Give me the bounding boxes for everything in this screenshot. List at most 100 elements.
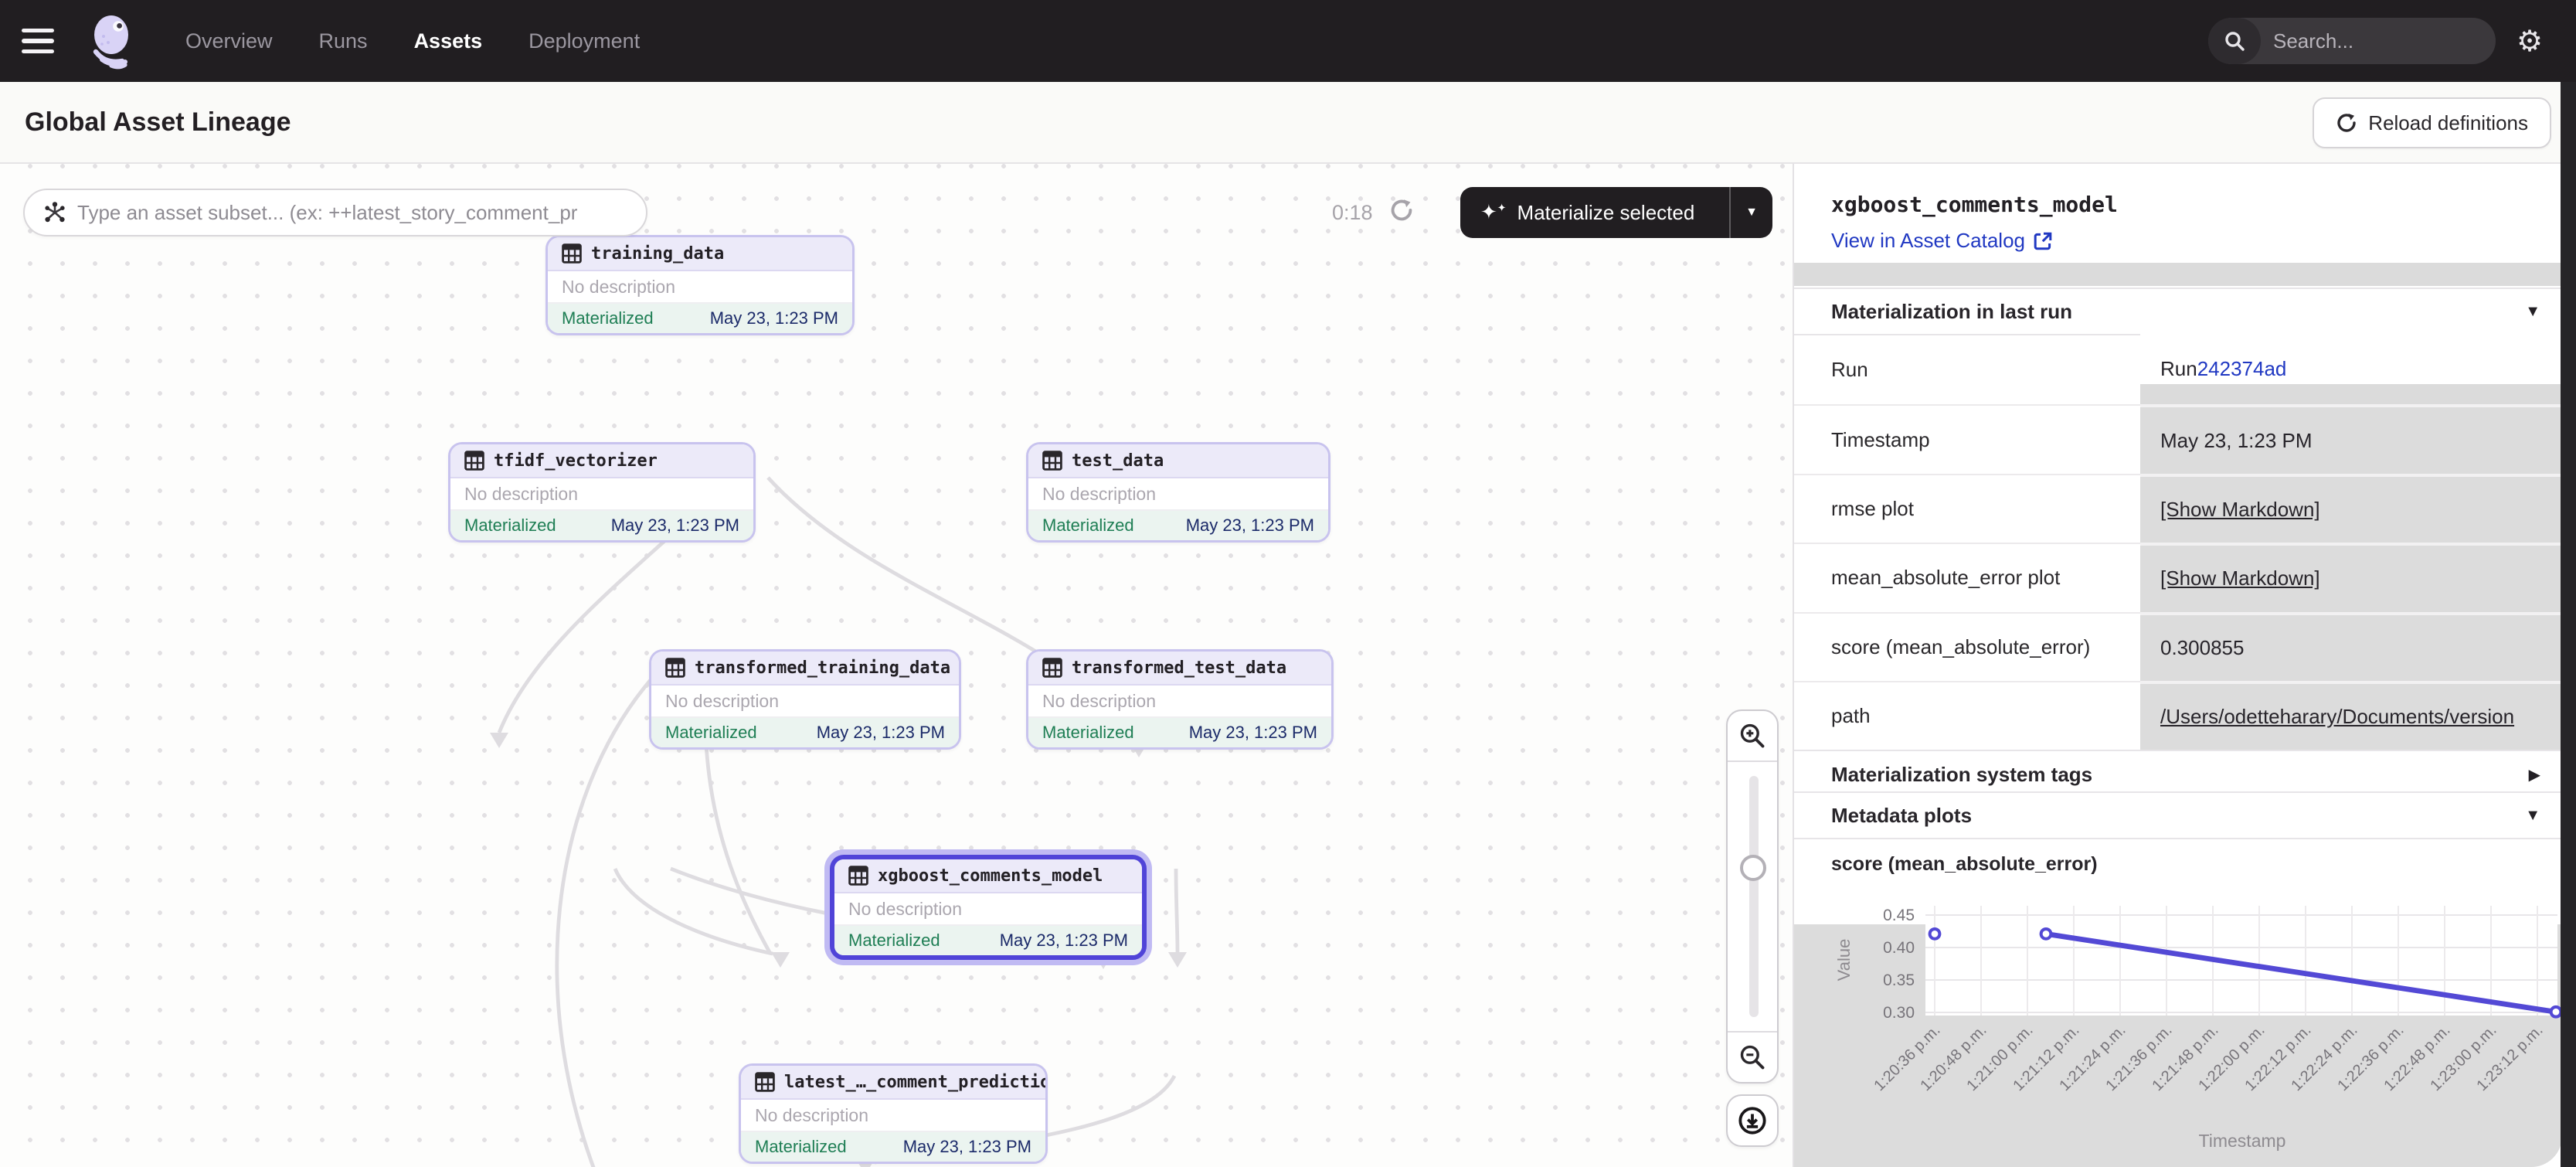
asset-filter-input[interactable] — [23, 189, 647, 236]
asset-description: No description — [1028, 478, 1328, 511]
section-materialization-system-tags[interactable]: Materialization system tags ▶ — [1794, 750, 2562, 798]
search-icon — [2208, 18, 2261, 64]
table-icon — [665, 658, 685, 678]
table-row: rmse plot [Show Markdown] — [1794, 474, 2562, 543]
page-header: Global Asset Lineage Reload definitions — [0, 82, 2576, 164]
asset-name: transformed_test_data — [1072, 658, 1286, 678]
zoom-controls — [1726, 709, 1779, 1084]
table-icon — [755, 1072, 775, 1092]
svg-text:0.30: 0.30 — [1883, 1004, 1915, 1022]
dagster-app: Overview Runs Assets Deployment / ⚙ Glob… — [0, 0, 2576, 1167]
reload-icon — [2336, 112, 2357, 134]
materialization-time: May 23, 1:23 PM — [903, 1137, 1031, 1157]
materialize-dropdown-caret[interactable]: ▼ — [1731, 206, 1772, 219]
section-materialization-last-run[interactable]: Materialization in last run ▼ — [1794, 287, 2562, 335]
asset-name: latest_…_comment_predictions — [784, 1073, 1048, 1092]
top-nav: Overview Runs Assets Deployment / ⚙ — [0, 0, 2576, 82]
page-title: Global Asset Lineage — [25, 107, 291, 138]
status-badge: Materialized — [848, 931, 940, 951]
table-row: mean_absolute_error plot [Show Markdown] — [1794, 543, 2562, 611]
materialization-time: May 23, 1:23 PM — [817, 723, 945, 743]
materialize-selected-button[interactable]: ✦✦Materialize selected ▼ — [1460, 187, 1772, 238]
table-icon — [562, 243, 582, 264]
table-icon — [464, 451, 484, 471]
status-badge: Materialized — [1042, 723, 1134, 743]
dagster-logo-icon[interactable] — [83, 10, 142, 72]
zoom-slider[interactable] — [1728, 762, 1777, 1031]
materialization-time: May 23, 1:23 PM — [611, 515, 739, 536]
asset-node-training-data[interactable]: training_data No description Materialize… — [545, 235, 855, 335]
chart-canvas[interactable]: 0.450.400.350.301:20:36 p.m.1:20:48 p.m.… — [1794, 881, 2576, 1167]
table-row: Timestamp May 23, 1:23 PM — [1794, 404, 2562, 473]
asset-description: No description — [651, 686, 959, 718]
view-in-asset-catalog-link[interactable]: View in Asset Catalog — [1831, 229, 2053, 253]
table-icon — [1042, 451, 1062, 471]
asset-lineage-graph[interactable]: training_data No description Materialize… — [0, 164, 1794, 1167]
asset-node-xgboost-comments-model[interactable]: xgboost_comments_model No description Ma… — [830, 855, 1147, 960]
asset-subset-input[interactable] — [77, 201, 627, 225]
table-row: path /Users/odetteharary/Documents/versi… — [1794, 681, 2562, 750]
reload-definitions-button[interactable]: Reload definitions — [2313, 97, 2551, 148]
svg-text:Value: Value — [1834, 939, 1854, 982]
zoom-out-button[interactable] — [1728, 1031, 1777, 1082]
status-badge: Materialized — [562, 308, 654, 328]
table-row: score (mean_absolute_error) 0.300855 — [1794, 612, 2562, 681]
asset-description: No description — [834, 893, 1142, 926]
chevron-down-icon: ▼ — [2525, 303, 2540, 321]
materialization-time: May 23, 1:23 PM — [1189, 723, 1317, 743]
zoom-slider-track[interactable] — [1749, 776, 1759, 1017]
status-badge: Materialized — [665, 723, 757, 743]
asset-node-latest-comment-predictions[interactable]: latest_…_comment_predictions No descript… — [739, 1063, 1048, 1164]
cell-scrollbar-track[interactable] — [2140, 384, 2562, 404]
svg-text:0.45: 0.45 — [1883, 907, 1915, 924]
table-icon — [1042, 658, 1062, 678]
asset-name: transformed_training_data — [695, 658, 950, 678]
asset-description: No description — [741, 1100, 1045, 1132]
show-markdown-link[interactable]: [Show Markdown] — [2160, 498, 2320, 522]
section-metadata-plots[interactable]: Metadata plots ▼ — [1794, 791, 2562, 839]
score-value: 0.300855 — [2160, 636, 2244, 660]
svg-text:0.35: 0.35 — [1883, 971, 1915, 989]
show-markdown-link[interactable]: [Show Markdown] — [2160, 566, 2320, 590]
page-scrollbar[interactable] — [2561, 82, 2576, 1167]
settings-gear-icon[interactable]: ⚙ — [2496, 24, 2564, 59]
run-id-link[interactable]: 242374ad — [2197, 357, 2287, 381]
asset-detail-title: xgboost_comments_model — [1831, 192, 2118, 217]
path-link[interactable]: /Users/odetteharary/Documents/version — [2160, 705, 2514, 729]
score-line-chart: 0.450.400.350.301:20:36 p.m.1:20:48 p.m.… — [1794, 881, 2576, 1167]
asset-node-transformed-test-data[interactable]: transformed_test_data No description Mat… — [1026, 649, 1334, 750]
table-row: Run Run 242374ad — [1794, 335, 2562, 404]
sparkle-icon: ✦✦ — [1480, 202, 1507, 222]
materialization-time: May 23, 1:23 PM — [1000, 931, 1128, 951]
metadata-plot-title: score (mean_absolute_error) — [1831, 853, 2098, 876]
nav-item-deployment[interactable]: Deployment — [528, 29, 640, 53]
menu-icon[interactable] — [22, 29, 59, 53]
asset-node-tfidf-vectorizer[interactable]: tfidf_vectorizer No description Material… — [448, 442, 756, 543]
asset-node-transformed-training-data[interactable]: transformed_training_data No description… — [649, 649, 961, 750]
table-icon — [848, 866, 868, 886]
search-input[interactable] — [2261, 29, 2496, 53]
asset-name: training_data — [591, 244, 724, 264]
materialization-time: May 23, 1:23 PM — [710, 308, 838, 328]
download-graph-button[interactable] — [1726, 1094, 1779, 1147]
global-search[interactable]: / — [2208, 18, 2496, 64]
nav-item-assets[interactable]: Assets — [414, 29, 483, 53]
asset-node-test-data[interactable]: test_data No description MaterializedMay… — [1026, 442, 1330, 543]
nav-item-overview[interactable]: Overview — [185, 29, 273, 53]
refresh-icon[interactable] — [1389, 198, 1414, 223]
materialization-time: May 23, 1:23 PM — [1186, 515, 1314, 536]
run-prefix: Run — [2160, 357, 2197, 381]
nav-right: / ⚙ — [2208, 18, 2576, 64]
status-badge: Materialized — [1042, 515, 1134, 536]
asset-description: No description — [450, 478, 753, 511]
nav-item-runs[interactable]: Runs — [319, 29, 368, 53]
horizontal-scrollbar-track[interactable] — [1794, 263, 2562, 286]
external-link-icon — [2033, 231, 2053, 251]
chevron-down-icon: ▼ — [2525, 807, 2540, 825]
asset-description: No description — [1028, 686, 1331, 718]
zoom-in-button[interactable] — [1728, 711, 1777, 762]
asset-details-panel: xgboost_comments_model View in Asset Cat… — [1794, 164, 2576, 1167]
nav-links: Overview Runs Assets Deployment — [185, 29, 640, 53]
svg-text:0.40: 0.40 — [1883, 939, 1915, 957]
zoom-slider-thumb[interactable] — [1740, 855, 1766, 881]
